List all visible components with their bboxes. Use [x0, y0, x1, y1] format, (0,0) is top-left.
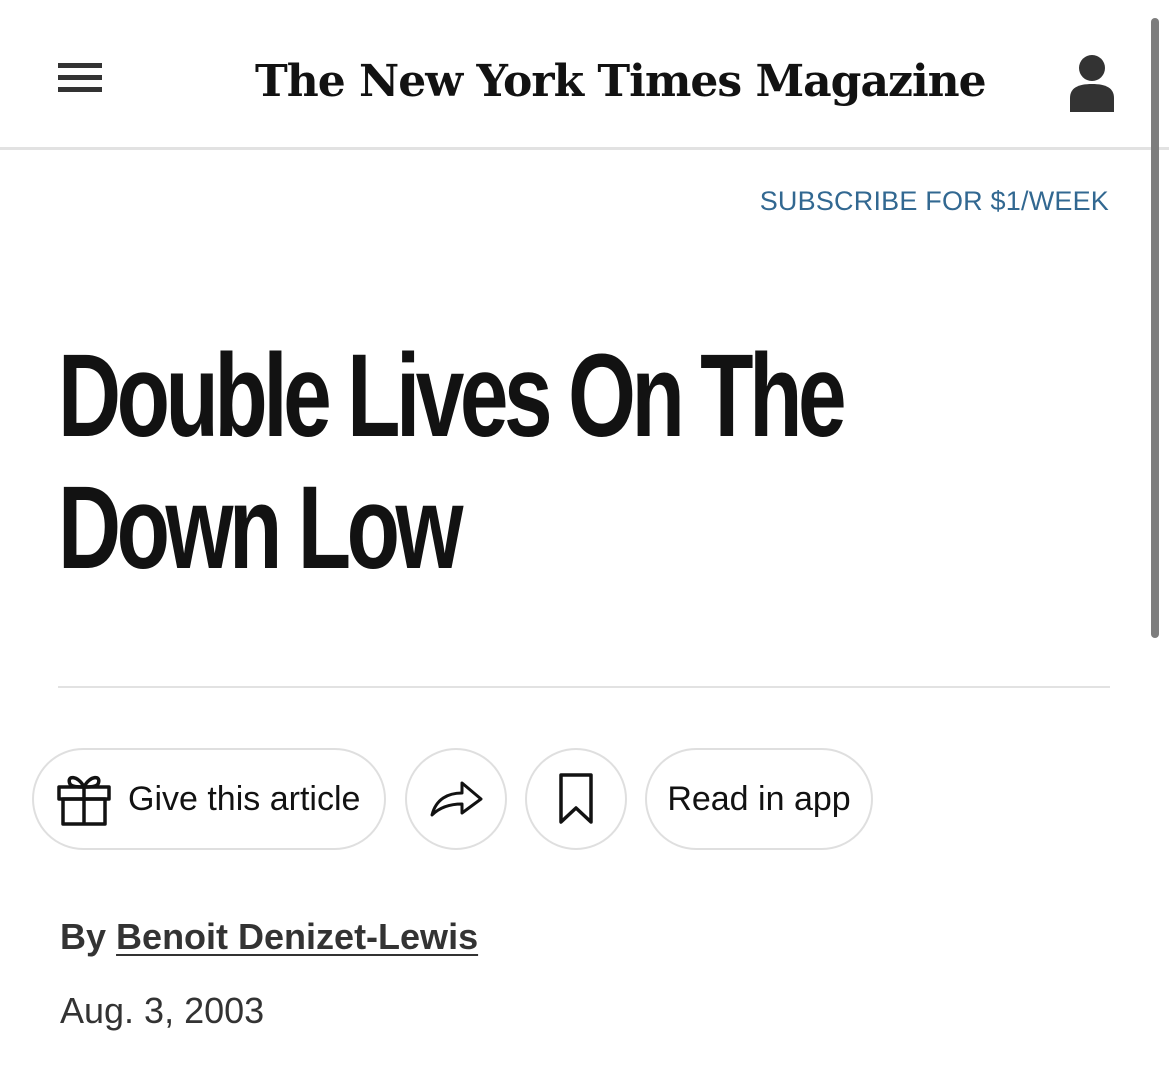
user-icon — [1070, 55, 1114, 112]
scrollbar[interactable] — [1151, 18, 1159, 638]
gift-icon — [57, 775, 111, 826]
divider — [58, 686, 1110, 688]
article-headline: Double Lives On The Down Low — [58, 330, 847, 594]
author-link[interactable]: Benoit Denizet-Lewis — [116, 916, 478, 957]
read-in-app-button[interactable]: Read in app — [645, 748, 873, 850]
share-button[interactable] — [405, 748, 507, 850]
hamburger-menu-icon — [58, 63, 102, 68]
bookmark-icon — [559, 773, 593, 824]
menu-button[interactable] — [58, 63, 102, 97]
share-arrow-icon — [430, 781, 483, 817]
give-article-button[interactable]: Give this article — [32, 748, 386, 850]
byline: By Benoit Denizet-Lewis — [60, 916, 478, 958]
save-button[interactable] — [525, 748, 627, 850]
byline-prefix: By — [60, 916, 107, 957]
top-header: The New York Times Magazine — [0, 0, 1169, 150]
headline-line: Double Lives On The — [58, 330, 847, 462]
publish-date: Aug. 3, 2003 — [60, 990, 265, 1031]
give-article-label: Give this article — [128, 779, 361, 818]
read-in-app-label: Read in app — [667, 779, 851, 818]
account-button[interactable] — [1068, 54, 1116, 112]
masthead-logo[interactable]: The New York Times Magazine — [255, 50, 987, 114]
subscribe-link[interactable]: SUBSCRIBE FOR $1/WEEK — [760, 186, 1109, 217]
headline-line: Down Low — [58, 462, 463, 594]
